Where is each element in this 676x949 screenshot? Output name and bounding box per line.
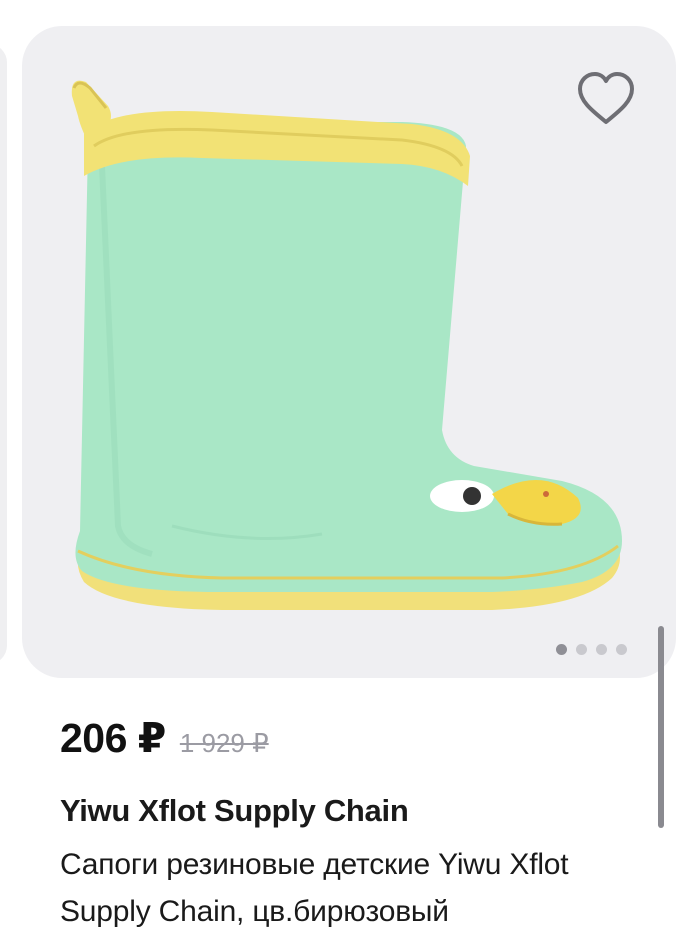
brand-name[interactable]: Yiwu Xflot Supply Chain [60,793,409,829]
favorite-button[interactable] [574,70,638,128]
vertical-scrollbar[interactable] [658,626,664,828]
carousel-dot-1[interactable] [556,644,567,655]
carousel-dot-3[interactable] [596,644,607,655]
price-row: 206 ₽ 1 929 ₽ [60,714,269,762]
old-price: 1 929 ₽ [179,728,269,758]
heart-outline-icon [578,72,634,124]
product-image-carousel[interactable] [22,26,676,678]
carousel-pagination [556,644,627,655]
current-price: 206 ₽ [60,715,166,761]
previous-card-edge[interactable] [0,44,7,664]
product-title[interactable]: Сапоги резиновые детские Yiwu Xflot Supp… [60,841,660,935]
carousel-dot-2[interactable] [576,644,587,655]
product-card-page: 206 ₽ 1 929 ₽ Yiwu Xflot Supply Chain Са… [0,0,676,949]
carousel-dot-4[interactable] [616,644,627,655]
